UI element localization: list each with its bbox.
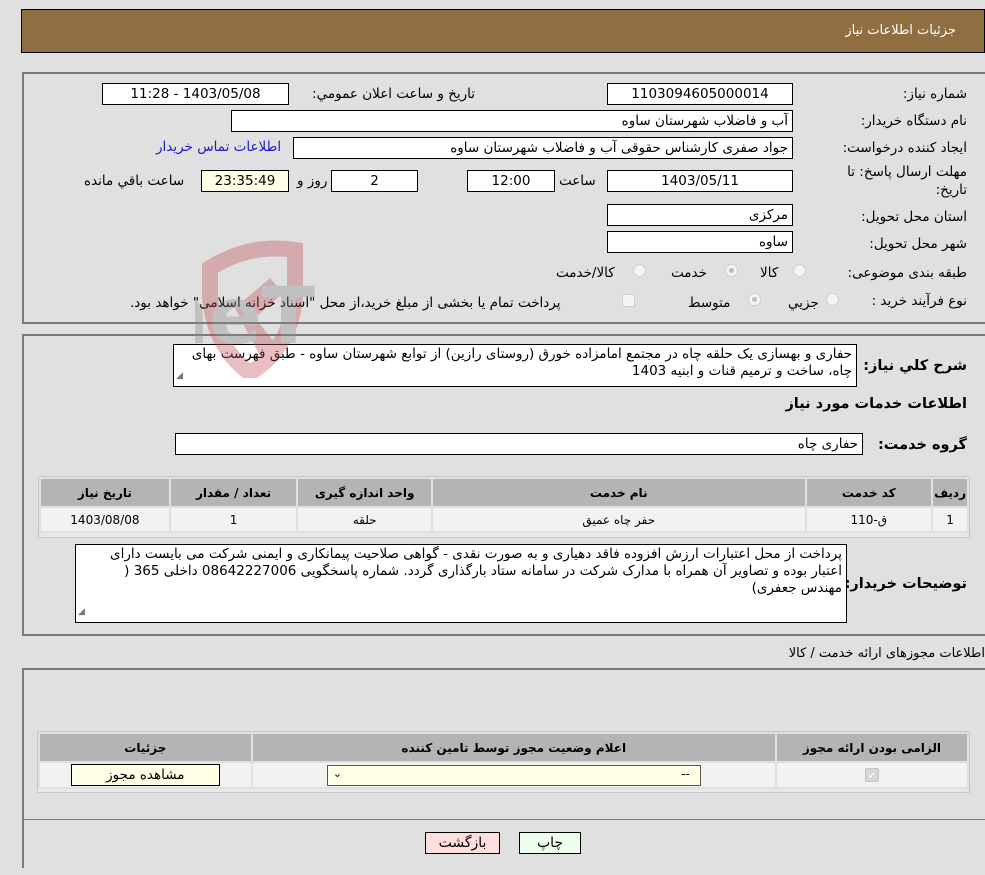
- summary-label: شرح کلي نیاز:: [863, 358, 967, 374]
- column-header-permit-status: اعلام وضعیت مجوز توسط تامین کننده: [250, 732, 777, 763]
- requester-field: جواد صفری کارشناس حقوقی آب و فاضلاب شهرس…: [293, 137, 793, 159]
- city-field: ساوه: [607, 231, 793, 253]
- buyer-notes-text: پرداخت از محل اعتبارات ارزش افزوده فاقد …: [110, 546, 842, 596]
- days-label: روز و: [297, 173, 328, 189]
- category-radio-goods[interactable]: [793, 264, 806, 277]
- services-table-header: ردیف کد خدمت نام خدمت واحد اندازه گیری ت…: [39, 477, 969, 508]
- time-remaining-label: ساعت باقي مانده: [84, 173, 185, 189]
- column-header-service-name: نام خدمت: [430, 477, 807, 508]
- deadline-label-line2: تاریخ:: [935, 182, 967, 198]
- category-radio-goods-service[interactable]: [633, 264, 646, 277]
- treasury-checkbox[interactable]: [622, 294, 635, 307]
- buyer-org-label: نام دستگاه خریدار:: [860, 113, 967, 129]
- resize-grip-icon[interactable]: ◢: [78, 604, 85, 621]
- summary-textarea[interactable]: حفاری و بهسازی یک حلقه چاه در مجتمع امام…: [173, 344, 857, 387]
- cell-unit: حلقه: [296, 506, 433, 533]
- permit-status-value: --: [681, 766, 690, 781]
- permits-table-header: الزامی بودن ارائه مجوز اعلام وضعیت مجوز …: [38, 732, 970, 763]
- deadline-time-label: ساعت: [559, 173, 596, 189]
- buyer-org-field: آب و فاضلاب شهرستان ساوه: [231, 110, 793, 132]
- back-button[interactable]: بازگشت: [425, 832, 500, 854]
- print-button[interactable]: چاپ: [519, 832, 581, 854]
- permits-section-title: اطلاعات مجوزهای ارائه خدمت / کالا: [788, 646, 985, 661]
- column-header-permit-required: الزامی بودن ارائه مجوز: [774, 732, 970, 763]
- cell-quantity: 1: [168, 506, 299, 533]
- requester-label: ایجاد کننده درخواست:: [842, 140, 967, 156]
- purchase-type-label: نوع فرآیند خرید :: [871, 293, 967, 309]
- chevron-down-icon: ⌄: [332, 766, 342, 780]
- services-table: ردیف کد خدمت نام خدمت واحد اندازه گیری ت…: [39, 477, 969, 533]
- cell-permit-required: ✓: [774, 761, 970, 789]
- cell-service-code: ق-110: [804, 506, 934, 533]
- treasury-note: پرداخت تمام یا بخشی از مبلغ خرید،از محل …: [130, 295, 561, 311]
- column-header-need-date: تاریخ نیاز: [39, 477, 171, 508]
- time-remaining-field: 23:35:49: [201, 170, 289, 192]
- column-header-service-code: کد خدمت: [804, 477, 934, 508]
- service-group-label: گروه خدمت:: [877, 437, 967, 453]
- cell-row-number: 1: [931, 506, 969, 533]
- buyer-notes-textarea[interactable]: پرداخت از محل اعتبارات ارزش افزوده فاقد …: [75, 544, 847, 623]
- cell-details: مشاهده مجوز: [38, 761, 253, 789]
- category-option-service: خدمت: [671, 265, 707, 281]
- column-header-unit: واحد اندازه گیری: [296, 477, 433, 508]
- cell-need-date: 1403/08/08: [39, 506, 171, 533]
- deadline-date-field: 1403/05/11: [607, 170, 793, 192]
- table-row: ✓ -- ⌄ مشاهده مجوز: [38, 761, 970, 789]
- column-header-row-number: ردیف: [931, 477, 969, 508]
- summary-text: حفاری و بهسازی یک حلقه چاه در مجتمع امام…: [191, 346, 852, 379]
- announce-datetime-field: 1403/05/08 - 11:28: [102, 83, 289, 105]
- service-group-field: حفاری چاه: [175, 433, 863, 455]
- category-option-goods-service: کالا/خدمت: [556, 265, 615, 281]
- category-label: طبقه بندی موضوعی:: [847, 265, 967, 281]
- permits-table: الزامی بودن ارائه مجوز اعلام وضعیت مجوز …: [38, 732, 970, 789]
- need-number-label: شماره نیاز:: [902, 86, 967, 102]
- province-field: مرکزی: [607, 204, 793, 226]
- purchase-type-option-minor: جزيي: [788, 295, 819, 311]
- need-number-field: 1103094605000014: [607, 83, 793, 105]
- column-header-details: جزئیات: [38, 732, 253, 763]
- services-section-title: اطلاعات خدمات مورد نیاز: [785, 396, 967, 412]
- days-remaining-field: 2: [331, 170, 418, 192]
- column-header-quantity: تعداد / مقدار: [168, 477, 299, 508]
- buyer-contact-link[interactable]: اطلاعات تماس خریدار: [156, 139, 281, 155]
- purchase-type-option-medium: متوسط: [688, 295, 731, 311]
- city-label: شهر محل تحویل:: [869, 236, 967, 252]
- permit-required-checkbox: ✓: [864, 768, 879, 782]
- province-label: استان محل تحویل:: [861, 209, 967, 225]
- table-row: 1 ق-110 حفر چاه عمیق حلقه 1 1403/08/08: [39, 506, 969, 533]
- bottom-divider: [22, 819, 985, 820]
- category-option-goods: کالا: [760, 265, 779, 281]
- deadline-label-line1: مهلت ارسال پاسخ: تا: [847, 164, 967, 180]
- resize-grip-icon[interactable]: ◢: [176, 368, 183, 385]
- announce-datetime-label: تاریخ و ساعت اعلان عمومي:: [312, 86, 475, 102]
- cell-service-name: حفر چاه عمیق: [430, 506, 807, 533]
- permit-status-select[interactable]: -- ⌄: [326, 764, 701, 786]
- view-permit-button[interactable]: مشاهده مجوز: [70, 764, 220, 786]
- cell-permit-status: -- ⌄: [250, 761, 777, 789]
- purchase-type-radio-minor[interactable]: [826, 293, 839, 306]
- page-title: جزئیات اطلاعات نیاز: [845, 23, 956, 38]
- page-header: جزئیات اطلاعات نیاز: [21, 9, 985, 53]
- category-radio-service[interactable]: [725, 264, 738, 277]
- buyer-notes-label: توضیحات خریدار:: [844, 576, 967, 592]
- purchase-type-radio-medium[interactable]: [748, 293, 761, 306]
- deadline-time-field: 12:00: [467, 170, 555, 192]
